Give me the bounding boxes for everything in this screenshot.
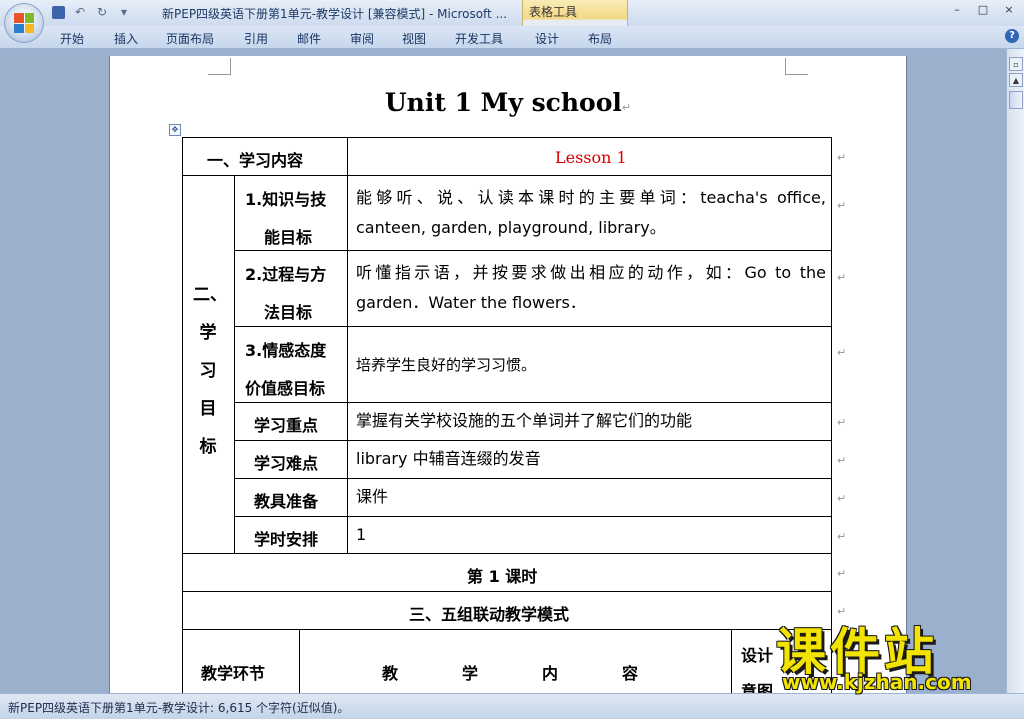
document-workspace[interactable]: Unit 1 My school↵ ✥ 一、学习内容 Lesson 1 二、 学…	[0, 49, 1006, 693]
tab-review[interactable]: 审阅	[350, 30, 374, 47]
tab-table-design[interactable]: 设计	[535, 30, 559, 47]
table-move-handle-icon[interactable]: ✥	[169, 124, 181, 136]
tab-references[interactable]: 引用	[244, 30, 268, 47]
tab-developer[interactable]: 开发工具	[455, 30, 503, 47]
table-cell[interactable]: 二、 学 习 目 标	[182, 175, 235, 554]
table-row-content[interactable]: library 中辅音连缀的发音	[347, 440, 832, 479]
mode-title: 三、五组联动教学模式	[409, 605, 570, 624]
tab-mailings[interactable]: 邮件	[297, 30, 321, 47]
row-end-mark: ↵	[837, 346, 847, 359]
lesson-period: 第 1 课时	[467, 567, 538, 586]
table-row-content[interactable]: 1	[347, 516, 832, 554]
table-row-label[interactable]: 1.知识与技 能目标	[234, 175, 348, 251]
title-bar: ↶ ↻ ▾ 新PEP四级英语下册第1单元-教学设计 [兼容模式] - Micro…	[0, 0, 1024, 26]
maximize-button[interactable]: □	[974, 2, 992, 18]
watermark: 课件站 www.kjzhan.com	[770, 612, 1024, 694]
col-stage-header: 教学环节	[201, 664, 266, 683]
crop-mark	[785, 58, 808, 75]
quick-access-toolbar: ↶ ↻ ▾	[50, 4, 132, 20]
ribbon-tab-bar: 开始 插入 页面布局 引用 邮件 审阅 视图 开发工具 设计 布局 ?	[0, 26, 1024, 49]
row-end-mark: ↵	[837, 199, 847, 212]
document-page[interactable]: Unit 1 My school↵ ✥ 一、学习内容 Lesson 1 二、 学…	[109, 56, 907, 693]
table-cell[interactable]: Lesson 1	[347, 137, 832, 176]
table-row-label[interactable]: 学习难点	[234, 440, 348, 479]
close-button[interactable]: ×	[1000, 2, 1018, 18]
table-row-label[interactable]: 3.情感态度 价值感目标	[234, 326, 348, 403]
row-end-mark: ↵	[837, 530, 847, 543]
watermark-url: www.kjzhan.com	[782, 670, 972, 694]
crop-mark	[208, 58, 231, 75]
scroll-thumb[interactable]	[1009, 91, 1023, 109]
objectives-label: 二、 学 习 目 标	[193, 285, 227, 457]
row-end-mark: ↵	[837, 416, 847, 429]
table-cell[interactable]: 一、学习内容	[182, 137, 348, 176]
tab-table-layout[interactable]: 布局	[588, 30, 612, 47]
document-heading[interactable]: Unit 1 My school↵	[110, 88, 906, 117]
window-title: 新PEP四级英语下册第1单元-教学设计 [兼容模式] - Microsoft .…	[162, 7, 508, 21]
row-end-mark: ↵	[837, 151, 847, 164]
table-cell[interactable]: 三、五组联动教学模式	[182, 591, 832, 630]
customize-toolbar-icon[interactable]: ▾	[116, 4, 132, 20]
table-row-label[interactable]: 学时安排	[234, 516, 348, 554]
row-end-mark: ↵	[837, 567, 847, 580]
tab-insert[interactable]: 插入	[114, 30, 138, 47]
office-button[interactable]	[4, 3, 44, 43]
office-logo-icon	[14, 13, 34, 33]
table-row-content[interactable]: 听懂指示语，并按要求做出相应的动作，如：Go to the garden．Wat…	[347, 250, 832, 327]
tab-page-layout[interactable]: 页面布局	[166, 30, 214, 47]
tab-view[interactable]: 视图	[402, 30, 426, 47]
content-label: 一、学习内容	[207, 151, 304, 170]
minimize-button[interactable]: –	[948, 2, 966, 18]
table-row-label[interactable]: 2.过程与方 法目标	[234, 250, 348, 327]
save-icon[interactable]	[50, 4, 66, 20]
table-row-label[interactable]: 教具准备	[234, 478, 348, 517]
status-bar: 新PEP四级英语下册第1单元-教学设计: 6,615 个字符(近似值)。	[0, 693, 1024, 719]
row-end-mark: ↵	[837, 454, 847, 467]
vertical-scrollbar[interactable]: ▫ ▲	[1006, 49, 1024, 693]
row-end-mark: ↵	[837, 492, 847, 505]
table-row-content[interactable]: 能够听、说、认读本课时的主要单词：teacha's office, cantee…	[347, 175, 832, 251]
redo-icon[interactable]: ↻	[94, 4, 110, 20]
window-controls: – □ ×	[948, 2, 1018, 18]
table-header-cell[interactable]: 教学环节	[182, 629, 300, 693]
undo-icon[interactable]: ↶	[72, 4, 88, 20]
table-row-content[interactable]: 培养学生良好的学习习惯。	[347, 326, 832, 403]
help-icon[interactable]: ?	[1005, 29, 1019, 43]
table-header-cell[interactable]: 教 学 内 容	[299, 629, 732, 693]
row-end-mark: ↵	[837, 271, 847, 284]
table-row-label[interactable]: 学习重点	[234, 402, 348, 441]
tab-home[interactable]: 开始	[60, 30, 84, 47]
table-cell[interactable]: 第 1 课时	[182, 553, 832, 592]
ruler-toggle-icon[interactable]: ▫	[1009, 57, 1023, 71]
table-row-content[interactable]: 掌握有关学校设施的五个单词并了解它们的功能	[347, 402, 832, 441]
table-tools-label: 表格工具	[529, 5, 578, 19]
status-text: 新PEP四级英语下册第1单元-教学设计: 6,615 个字符(近似值)。	[8, 701, 350, 715]
table-row-content[interactable]: 课件	[347, 478, 832, 517]
scroll-up-icon[interactable]: ▲	[1009, 73, 1023, 87]
lesson-label: Lesson 1	[555, 148, 627, 167]
